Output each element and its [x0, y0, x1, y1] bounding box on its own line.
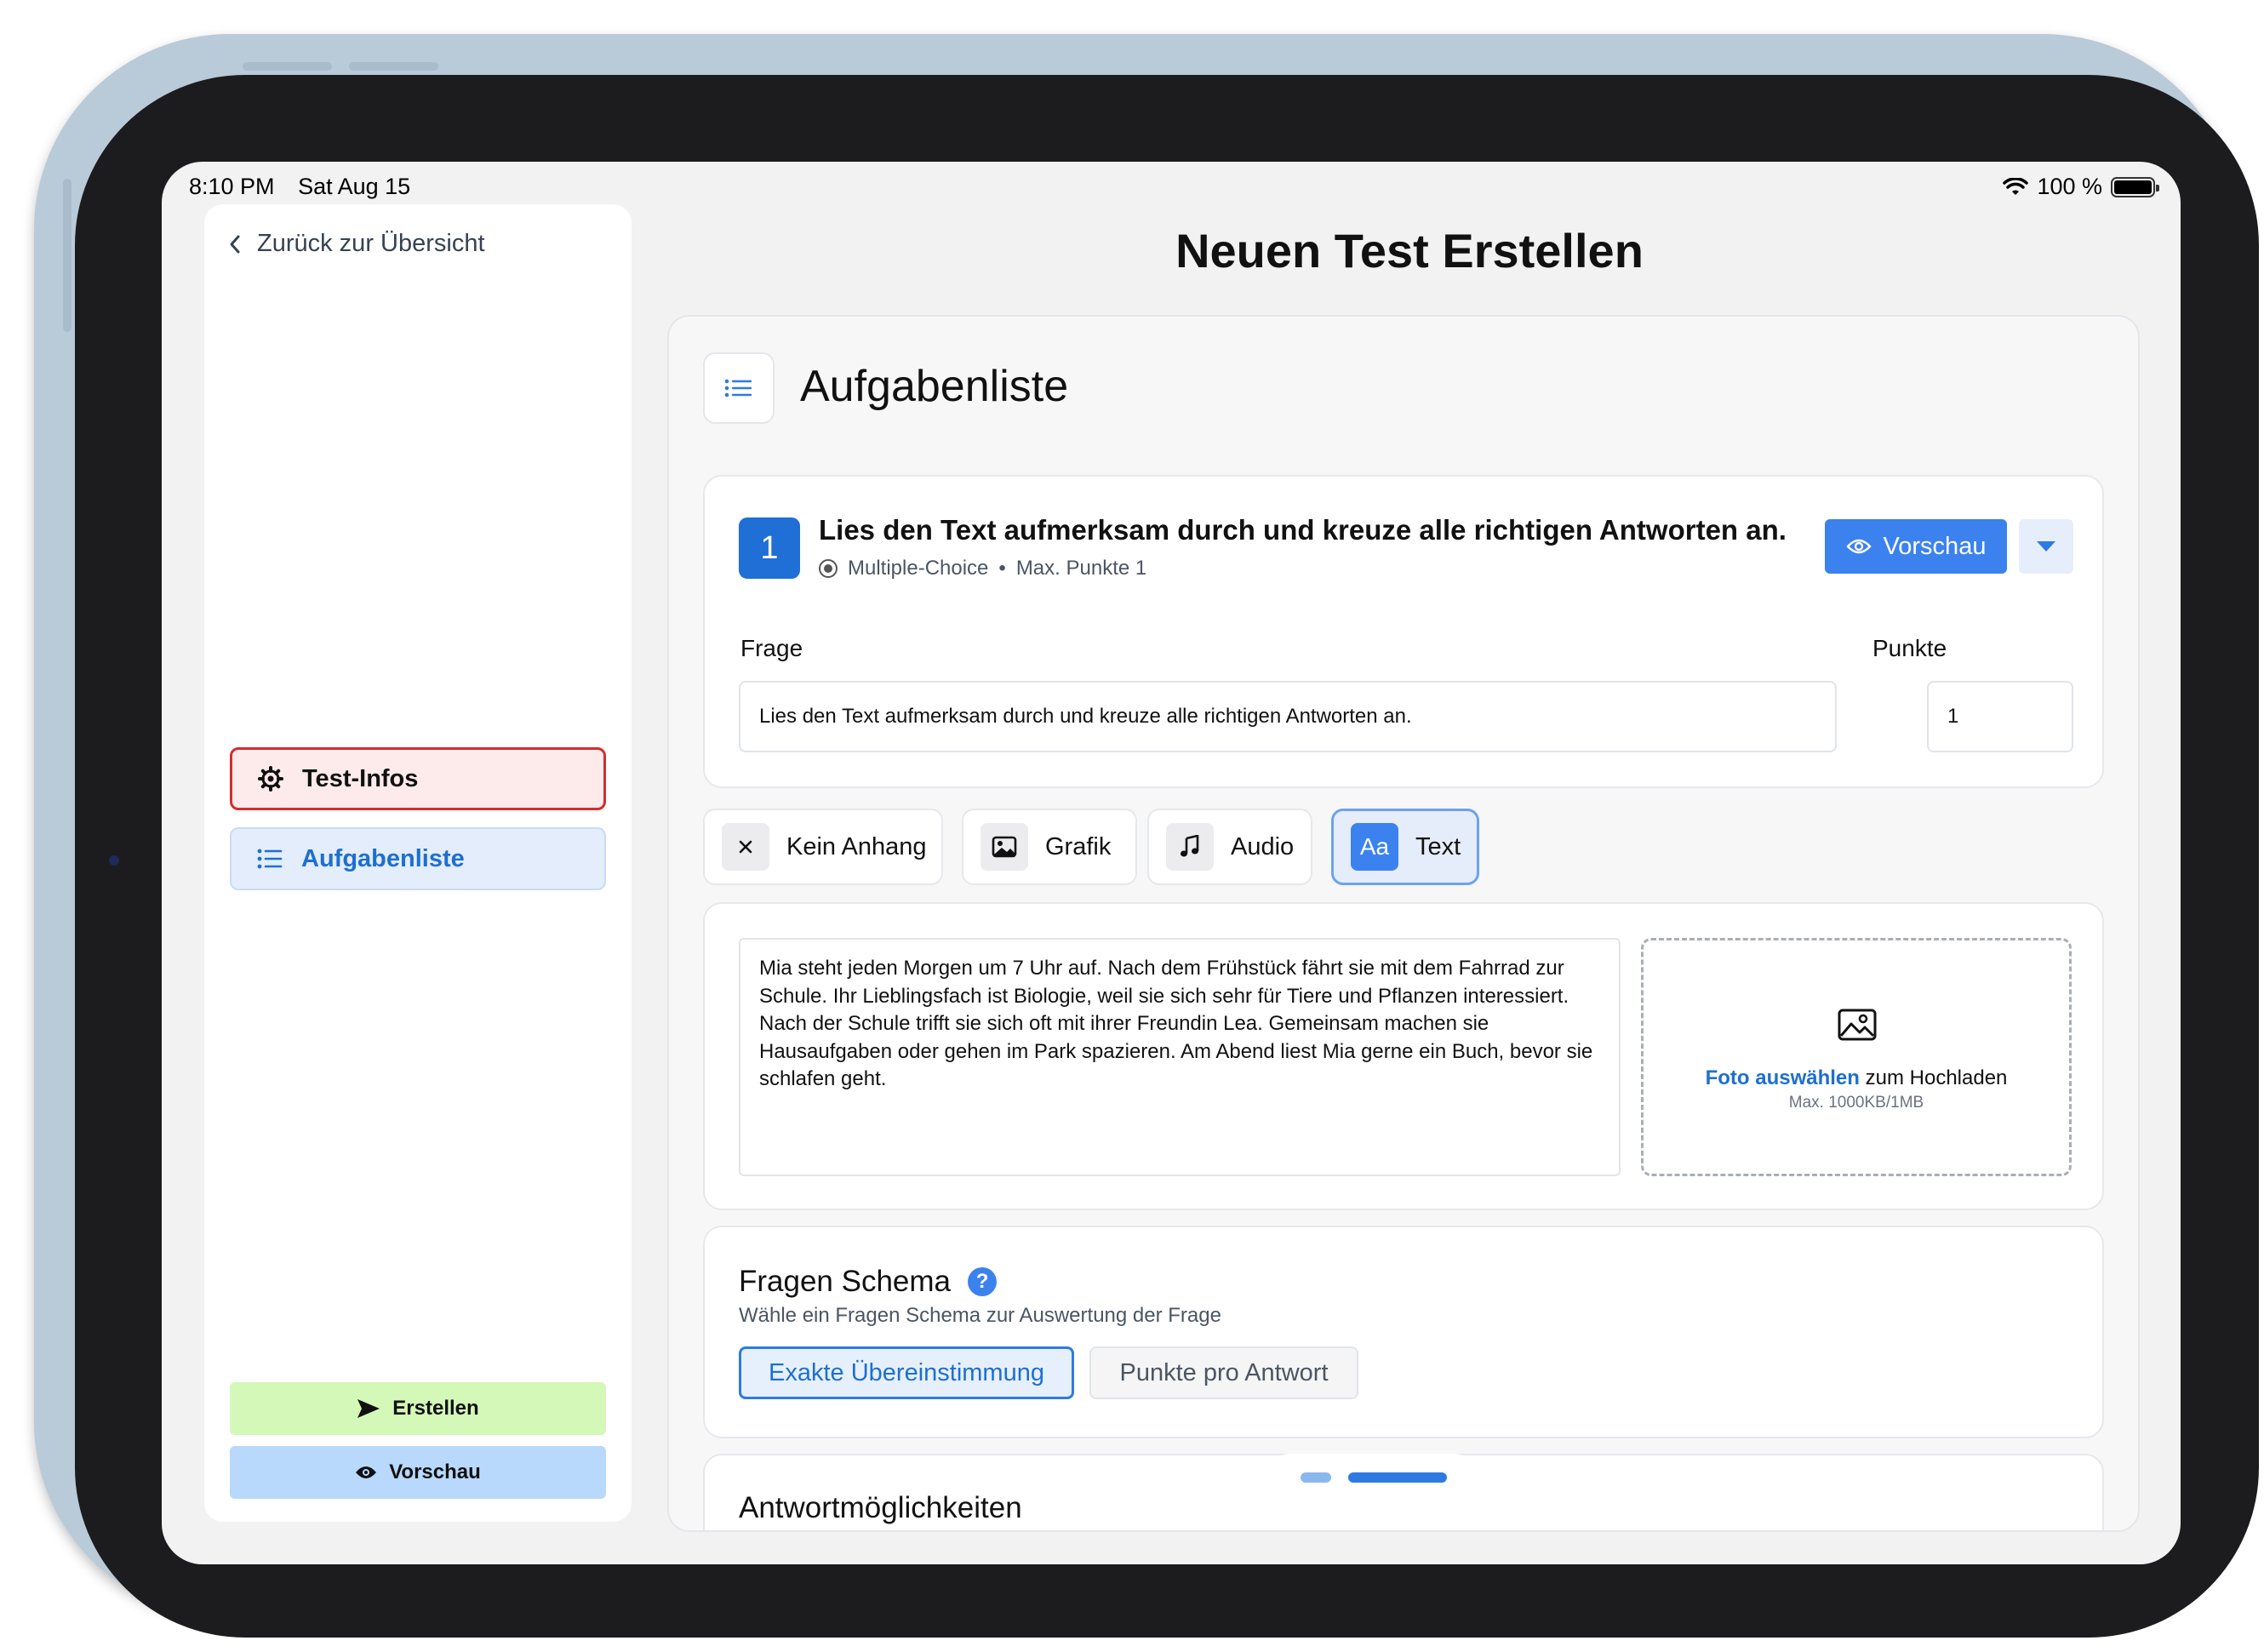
question-type: Multiple-Choice — [848, 557, 989, 580]
preview-sidebar-button[interactable]: Vorschau — [230, 1446, 606, 1499]
text-attachment-card: Mia steht jeden Morgen um 7 Uhr auf. Nac… — [703, 902, 2104, 1210]
photo-upload-dropzone[interactable]: Foto auswählen zum Hochladen Max. 1000KB… — [1641, 938, 2072, 1176]
text-icon: Aa — [1351, 823, 1398, 871]
music-note-icon — [1166, 823, 1214, 871]
expand-dropdown-button[interactable] — [2019, 519, 2073, 574]
tablet-frame: 8:10 PM Sat Aug 15 100 % Zurück zur Über… — [34, 34, 2259, 1638]
section-title: Aufgabenliste — [800, 362, 1069, 411]
schema-subtitle: Wähle ein Fragen Schema zur Auswertung d… — [739, 1304, 1221, 1327]
battery-icon — [2111, 176, 2159, 197]
status-bar: 8:10 PM Sat Aug 15 100 % — [162, 174, 2181, 208]
attachment-none-button[interactable]: Kein Anhang — [703, 809, 943, 885]
list-icon — [703, 352, 775, 424]
preview-label: Vorschau — [389, 1461, 481, 1483]
question-schema-card: Fragen Schema ? Wähle ein Fragen Schema … — [703, 1226, 2104, 1438]
eye-icon — [356, 1466, 377, 1478]
back-to-overview-link[interactable]: Zurück zur Übersicht — [228, 230, 485, 258]
sidebar-item-test-infos[interactable]: Test-Infos — [230, 747, 606, 810]
close-icon — [722, 823, 769, 871]
sidebar-item-label: Test-Infos — [302, 764, 419, 792]
top-button — [63, 179, 71, 332]
front-camera — [109, 855, 119, 866]
sidebar-item-label: Aufgabenliste — [301, 844, 465, 872]
choose-photo-link[interactable]: Foto auswählen — [1706, 1066, 1860, 1089]
question-label: Frage — [740, 635, 803, 661]
help-icon[interactable]: ? — [968, 1267, 998, 1296]
wifi-icon — [2003, 177, 2029, 195]
points-label: Punkte — [1872, 635, 1947, 661]
volume-down-button — [349, 62, 438, 71]
sidebar: Zurück zur Übersicht Test-Infos Aufgaben… — [204, 204, 632, 1522]
page-indicator — [1277, 1454, 1467, 1501]
sidebar-item-aufgabenliste[interactable]: Aufgabenliste — [230, 827, 606, 890]
question-input[interactable]: Lies den Text aufmerksam durch und kreuz… — [739, 681, 1837, 752]
schema-title: Fragen Schema — [739, 1265, 952, 1298]
gear-icon — [258, 766, 283, 792]
attachment-label: Text — [1415, 832, 1461, 860]
schema-heading: Fragen Schema ? — [739, 1265, 998, 1299]
upload-text: zum Hochladen — [1865, 1066, 2008, 1089]
attachment-label: Grafik — [1045, 832, 1112, 860]
radio-icon — [819, 559, 838, 578]
screen: 8:10 PM Sat Aug 15 100 % Zurück zur Über… — [162, 162, 2181, 1564]
status-time: 8:10 PM — [189, 174, 275, 199]
list-icon — [257, 849, 283, 869]
question-card: 1 Lies den Text aufmerksam durch und kre… — [703, 475, 2104, 788]
preview-button[interactable]: Vorschau — [1825, 519, 2007, 574]
task-list-panel: Aufgabenliste 1 Lies den Text aufmerksam… — [667, 315, 2140, 1532]
caret-down-icon — [2037, 541, 2055, 552]
meta-separator: • — [998, 557, 1006, 580]
points-input[interactable]: 1 — [1927, 681, 2073, 752]
attachment-image-button[interactable]: Grafik — [962, 809, 1137, 885]
preview-button-label: Vorschau — [1883, 532, 1987, 560]
page-title: Neuen Test Erstellen — [1175, 224, 1644, 277]
send-icon — [357, 1399, 380, 1418]
question-number: 1 — [739, 517, 800, 579]
status-time-date: 8:10 PM Sat Aug 15 — [189, 174, 410, 200]
image-upload-icon — [1838, 1009, 1877, 1041]
status-indicators: 100 % — [2003, 174, 2159, 200]
attachment-text-area[interactable]: Mia steht jeden Morgen um 7 Uhr auf. Nac… — [739, 938, 1621, 1176]
upload-instruction: Foto auswählen zum Hochladen — [1644, 1066, 2069, 1090]
attachment-label: Audio — [1231, 832, 1295, 860]
schema-points-per-answer-option[interactable]: Punkte pro Antwort — [1089, 1346, 1358, 1399]
attachment-label: Kein Anhang — [786, 832, 927, 860]
eye-icon — [1845, 539, 1872, 554]
answers-title: Antwortmöglichkeiten — [739, 1491, 1022, 1524]
image-icon — [980, 823, 1028, 871]
question-title: Lies den Text aufmerksam durch und kreuz… — [819, 514, 1787, 546]
create-button[interactable]: Erstellen — [230, 1382, 606, 1435]
schema-exact-match-option[interactable]: Exakte Übereinstimmung — [739, 1346, 1074, 1399]
attachment-text-button[interactable]: Aa Text — [1331, 809, 1479, 885]
question-meta: Multiple-Choice • Max. Punkte 1 — [819, 557, 1146, 580]
create-label: Erstellen — [392, 1397, 479, 1420]
question-max-points: Max. Punkte 1 — [1015, 557, 1147, 580]
volume-up-button — [243, 62, 332, 71]
battery-percent: 100 % — [2037, 174, 2102, 199]
chevron-left-icon — [230, 235, 240, 253]
status-date: Sat Aug 15 — [298, 174, 411, 199]
upload-limit: Max. 1000KB/1MB — [1788, 1094, 1924, 1112]
page-indicator-dot[interactable] — [1301, 1472, 1331, 1483]
page-indicator-dot-active[interactable] — [1348, 1472, 1447, 1483]
back-label: Zurück zur Übersicht — [257, 230, 485, 257]
attachment-audio-button[interactable]: Audio — [1147, 809, 1312, 885]
